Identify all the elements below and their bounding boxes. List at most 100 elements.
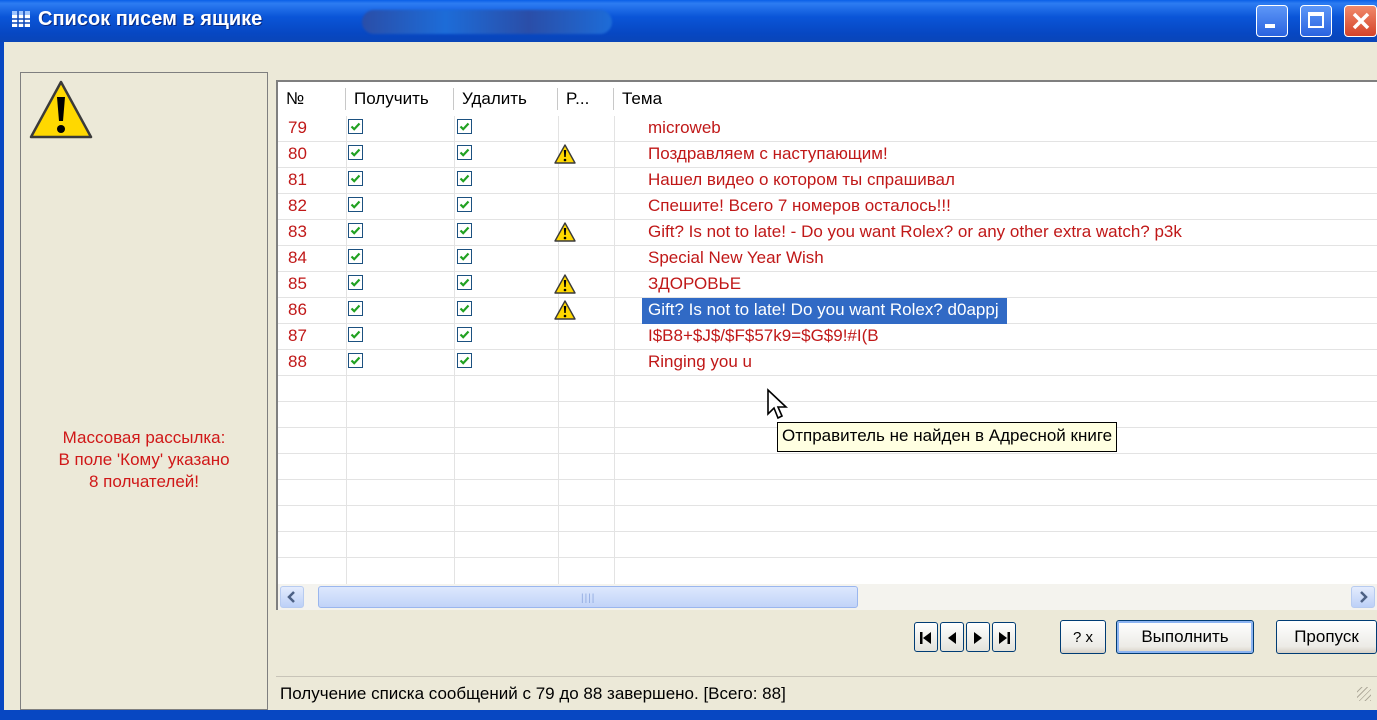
get-checkbox[interactable] (348, 301, 363, 316)
title-bar[interactable]: Список писем в ящике (0, 0, 1377, 42)
skip-button[interactable]: Пропуск (1276, 620, 1377, 654)
checkmark-icon (459, 304, 470, 313)
resize-grip-icon[interactable] (1357, 687, 1371, 701)
message-number: 81 (288, 170, 307, 189)
message-subject[interactable]: Ringing you u (648, 352, 752, 372)
message-number: 86 (288, 300, 307, 319)
delete-checkbox[interactable] (457, 145, 472, 160)
delete-checkbox[interactable] (457, 327, 472, 342)
message-subject[interactable]: Special New Year Wish (648, 248, 824, 268)
column-header-number[interactable]: № (278, 82, 346, 116)
get-checkbox[interactable] (348, 145, 363, 160)
message-line-1: Массовая рассылка: (62, 428, 226, 447)
checkmark-icon (350, 278, 361, 287)
first-record-button[interactable] (914, 622, 938, 652)
table-row[interactable]: 88 Ringing you u (278, 350, 1377, 376)
column-header-p[interactable]: P... (558, 82, 614, 116)
table-row[interactable]: 86 Gift? Is not to late! Do you want Role… (278, 298, 1377, 324)
message-number: 84 (288, 248, 307, 267)
scroll-thumb[interactable]: |||| (318, 586, 858, 608)
window-frame (0, 42, 4, 720)
run-button[interactable]: Выполнить (1116, 620, 1254, 654)
grip-icon: |||| (581, 593, 596, 604)
next-record-button[interactable] (966, 622, 990, 652)
checkmark-icon (350, 252, 361, 261)
message-line-2: В поле 'Кому' указано (58, 450, 230, 469)
warning-icon (554, 144, 576, 164)
delete-checkbox[interactable] (457, 301, 472, 316)
table-row[interactable]: 87 I$B8+$J$/$F$57k9=$G$9!#I(B (278, 324, 1377, 350)
checkmark-icon (350, 356, 361, 365)
scroll-left-button[interactable] (280, 586, 304, 608)
message-subject[interactable]: microweb (648, 118, 721, 138)
previous-record-button[interactable] (940, 622, 964, 652)
row-warning (554, 300, 576, 325)
delete-checkbox[interactable] (457, 249, 472, 264)
delete-checkbox[interactable] (457, 171, 472, 186)
message-subject[interactable]: ЗДОРОВЬЕ (648, 274, 741, 294)
delete-checkbox[interactable] (457, 119, 472, 134)
grid-line (278, 479, 1377, 480)
previous-icon (948, 632, 956, 644)
window-title: Список писем в ящике (38, 8, 263, 30)
grid-line (278, 401, 1377, 402)
message-number: 79 (288, 118, 307, 137)
last-record-button[interactable] (992, 622, 1016, 652)
get-checkbox[interactable] (348, 223, 363, 238)
table-row[interactable]: 80 Поздравляем с наступающим! (278, 142, 1377, 168)
table-icon (12, 11, 30, 27)
message-subject[interactable]: Gift? Is not to late! Do you want Rolex?… (642, 298, 1007, 324)
horizontal-scrollbar[interactable]: |||| (278, 584, 1377, 610)
table-row[interactable]: 84 Special New Year Wish (278, 246, 1377, 272)
message-number: 88 (288, 352, 307, 371)
window-frame-bottom (0, 710, 1377, 720)
checkmark-icon (350, 330, 361, 339)
get-checkbox[interactable] (348, 171, 363, 186)
checkmark-icon (459, 148, 470, 157)
table-row[interactable]: 82 Спешите! Всего 7 номеров осталось!!! (278, 194, 1377, 220)
delete-checkbox[interactable] (457, 197, 472, 212)
table-row[interactable]: 85 ЗДОРОВЬЕ (278, 272, 1377, 298)
get-checkbox[interactable] (348, 119, 363, 134)
message-number: 83 (288, 222, 307, 241)
get-checkbox[interactable] (348, 327, 363, 342)
message-number: 85 (288, 274, 307, 293)
scroll-right-button[interactable] (1351, 586, 1375, 608)
delete-checkbox[interactable] (457, 223, 472, 238)
message-number: 82 (288, 196, 307, 215)
help-button[interactable]: ? x (1060, 620, 1106, 654)
message-subject[interactable]: Поздравляем с наступающим! (648, 144, 888, 164)
first-icon (920, 632, 931, 644)
table-row[interactable]: 83 Gift? Is not to late! - Do you want Ro… (278, 220, 1377, 246)
checkmark-icon (459, 122, 470, 131)
checkmark-icon (350, 304, 361, 313)
table-row[interactable]: 81 Нашел видео о котором ты спрашивал (278, 168, 1377, 194)
column-header-subject[interactable]: Тема (614, 82, 1377, 116)
column-header-delete[interactable]: Удалить (454, 82, 558, 116)
get-checkbox[interactable] (348, 353, 363, 368)
checkmark-icon (350, 122, 361, 131)
status-bar: Получение списка сообщений с 79 до 88 за… (276, 676, 1377, 710)
message-subject[interactable]: Gift? Is not to late! - Do you want Role… (648, 222, 1182, 242)
message-subject[interactable]: I$B8+$J$/$F$57k9=$G$9!#I(B (648, 326, 879, 346)
mass-mailing-message: Массовая рассылка: В поле 'Кому' указано… (21, 427, 267, 493)
minimize-button[interactable] (1256, 5, 1288, 37)
messages-grid[interactable]: № Получить Удалить P... Тема 79 microweb 8… (276, 80, 1377, 610)
message-number: 80 (288, 144, 307, 163)
grid-line (278, 505, 1377, 506)
maximize-button[interactable] (1300, 5, 1332, 37)
checkmark-icon (350, 148, 361, 157)
message-subject[interactable]: Нашел видео о котором ты спрашивал (648, 170, 955, 190)
get-checkbox[interactable] (348, 197, 363, 212)
delete-checkbox[interactable] (457, 353, 472, 368)
close-button[interactable] (1344, 5, 1377, 37)
get-checkbox[interactable] (348, 249, 363, 264)
delete-checkbox[interactable] (457, 275, 472, 290)
message-subject[interactable]: Спешите! Всего 7 номеров осталось!!! (648, 196, 951, 216)
get-checkbox[interactable] (348, 275, 363, 290)
column-header-get[interactable]: Получить (346, 82, 454, 116)
arrow-left-icon (287, 591, 295, 603)
table-row[interactable]: 79 microweb (278, 116, 1377, 142)
grid-line (278, 453, 1377, 454)
record-navigation (914, 622, 1018, 654)
